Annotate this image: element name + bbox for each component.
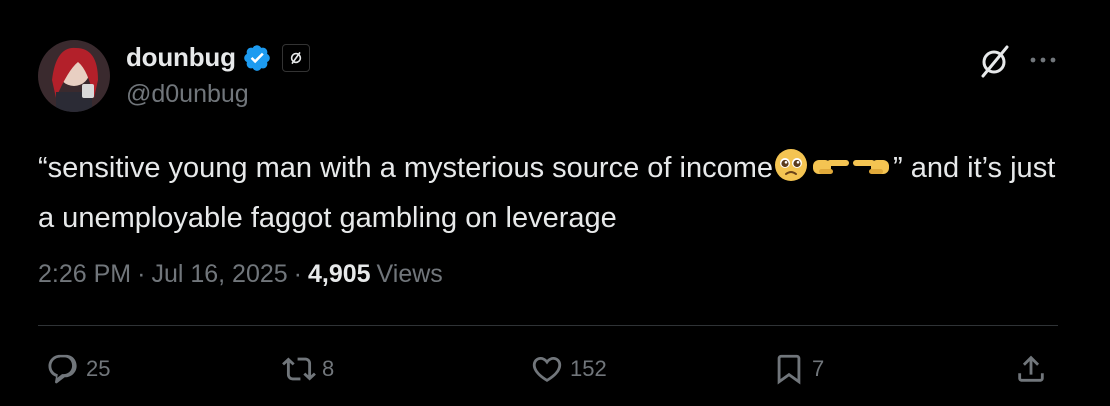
views-count: 4,905 bbox=[307, 260, 371, 288]
tweet-meta: 2:26 PM · Jul 16, 2025 · 4,905 Views bbox=[38, 260, 443, 289]
bookmark-count: 7 bbox=[812, 356, 825, 381]
tweet-time[interactable]: 2:26 PM bbox=[38, 260, 131, 289]
reply-button[interactable]: 25 bbox=[46, 352, 110, 386]
like-count: 152 bbox=[570, 356, 607, 381]
avatar[interactable] bbox=[38, 40, 110, 112]
tweet-text-part1: “sensitive young man with a mysterious s… bbox=[38, 152, 773, 184]
author-name-row: dounbug bbox=[126, 42, 310, 73]
reply-count: 25 bbox=[86, 356, 111, 381]
repost-icon bbox=[282, 357, 316, 381]
share-icon bbox=[1018, 355, 1044, 382]
repost-count: 8 bbox=[322, 356, 335, 381]
verified-badge-icon[interactable] bbox=[242, 43, 272, 73]
author-handle[interactable]: @d0unbug bbox=[126, 80, 249, 109]
meta-separator: · bbox=[137, 260, 146, 288]
pointing-right-emoji bbox=[809, 147, 851, 196]
meta-separator: · bbox=[293, 260, 302, 288]
grok-icon[interactable] bbox=[978, 44, 1012, 78]
tweet-date[interactable]: Jul 16, 2025 bbox=[151, 260, 287, 289]
repost-button[interactable]: 8 bbox=[282, 352, 334, 386]
affiliate-badge-icon[interactable] bbox=[281, 43, 310, 72]
tweet-text: “sensitive young man with a mysterious s… bbox=[38, 146, 1068, 240]
bookmark-button[interactable]: 7 bbox=[772, 352, 824, 386]
bookmark-icon bbox=[777, 354, 801, 385]
tweet-card: dounbug @d0unbug “sensitive young man wi… bbox=[0, 0, 1110, 406]
more-icon[interactable] bbox=[1028, 48, 1058, 72]
heart-icon bbox=[532, 356, 562, 382]
divider bbox=[38, 325, 1058, 326]
share-button[interactable] bbox=[1014, 352, 1048, 386]
author-display-name[interactable]: dounbug bbox=[126, 42, 236, 73]
pointing-left-emoji bbox=[851, 147, 893, 196]
like-button[interactable]: 152 bbox=[530, 352, 607, 386]
pleading-face-emoji bbox=[773, 147, 809, 196]
views-label: Views bbox=[376, 260, 443, 288]
reply-icon bbox=[48, 354, 77, 384]
